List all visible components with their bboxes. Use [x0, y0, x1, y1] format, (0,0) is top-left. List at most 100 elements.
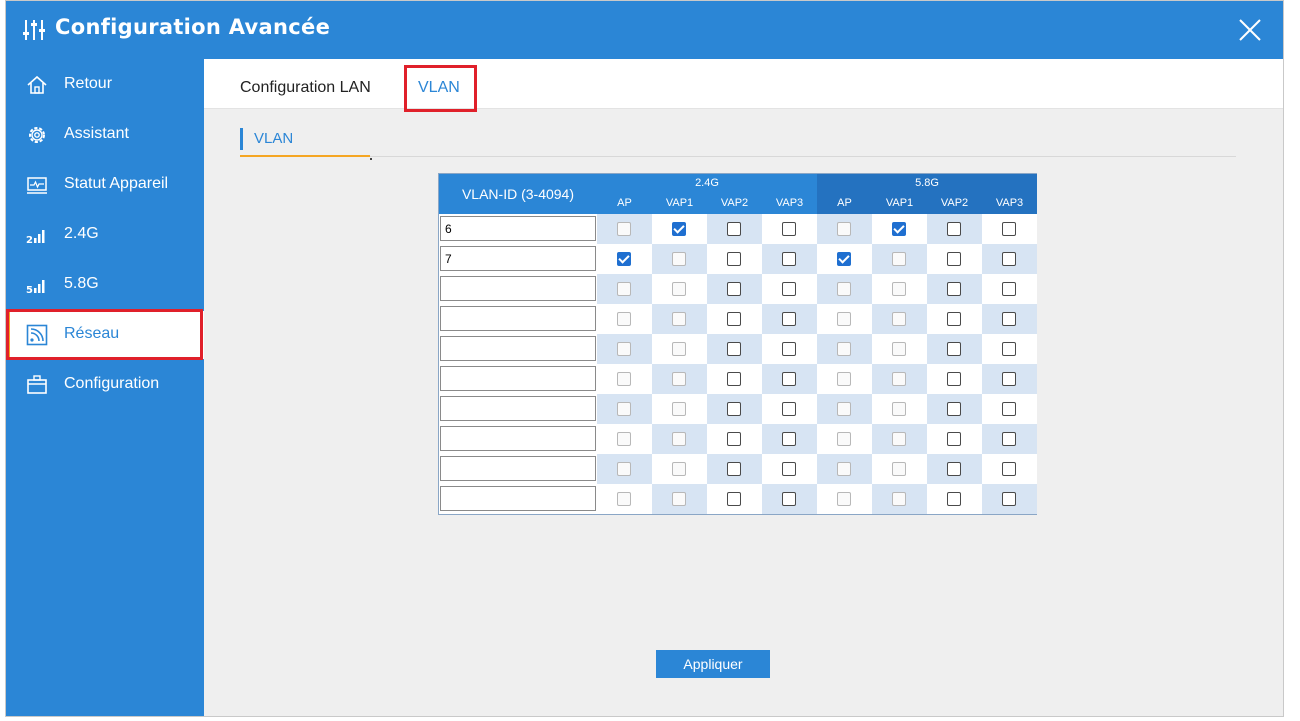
sidebar-item-5-8g[interactable]: 5 5.8G [6, 261, 204, 309]
vlan-checkbox-2-4g-vap1 [672, 312, 686, 326]
vlan-checkbox-5-8g-vap3[interactable] [1002, 282, 1016, 296]
vlan-id-input[interactable] [440, 276, 596, 301]
vlan-checkbox-2-4g-ap [617, 312, 631, 326]
vlan-checkbox-2-4g-vap2[interactable] [727, 282, 741, 296]
vlan-checkbox-2-4g-ap [617, 492, 631, 506]
sidebar-item-label: Configuration [64, 375, 160, 392]
sidebar-item-2-4g[interactable]: 2 2.4G [6, 211, 204, 259]
vlan-checkbox-5-8g-vap3[interactable] [1002, 252, 1016, 266]
vlan-row [439, 334, 1037, 364]
vlan-checkbox-2-4g-vap1[interactable] [672, 222, 686, 236]
vlan-checkbox-2-4g-vap3[interactable] [782, 222, 796, 236]
vlan-row [439, 244, 1037, 274]
vlan-checkbox-2-4g-vap1 [672, 402, 686, 416]
vlan-checkbox-5-8g-vap2[interactable] [947, 462, 961, 476]
vlan-checkbox-5-8g-vap2[interactable] [947, 372, 961, 386]
close-icon[interactable] [1237, 17, 1263, 43]
checkbox-cell [762, 334, 817, 364]
vlan-checkbox-5-8g-ap[interactable] [837, 252, 851, 266]
sidebar-item-assistant[interactable]: Assistant [6, 111, 204, 159]
vlan-id-input[interactable] [440, 246, 596, 271]
sidebar: Retour Assistant Statut Appareil 2 2.4G … [6, 59, 204, 716]
vlan-checkbox-2-4g-vap3[interactable] [782, 282, 796, 296]
checkbox-cell [982, 244, 1037, 274]
apply-button[interactable]: Appliquer [656, 650, 770, 678]
vlan-checkbox-5-8g-vap3[interactable] [1002, 402, 1016, 416]
vlan-checkbox-5-8g-vap2[interactable] [947, 402, 961, 416]
vlan-id-input[interactable] [440, 336, 596, 361]
vlan-id-input[interactable] [440, 306, 596, 331]
section-divider [240, 156, 1236, 157]
sidebar-item-retour[interactable]: Retour [6, 61, 204, 109]
vlan-id-cell [439, 244, 597, 274]
vlan-checkbox-5-8g-vap3[interactable] [1002, 462, 1016, 476]
checkbox-cell [872, 244, 927, 274]
vlan-checkbox-2-4g-vap2[interactable] [727, 402, 741, 416]
tab-vlan[interactable]: VLAN [418, 79, 460, 97]
checkbox-cell [817, 454, 872, 484]
checkbox-cell [927, 334, 982, 364]
vlan-checkbox-5-8g-vap2[interactable] [947, 312, 961, 326]
checkbox-cell [762, 214, 817, 244]
vlan-id-input[interactable] [440, 366, 596, 391]
checkbox-cell [707, 244, 762, 274]
vlan-checkbox-2-4g-vap3[interactable] [782, 342, 796, 356]
checkbox-cell [652, 244, 707, 274]
checkbox-cell [597, 274, 652, 304]
col-header-vap2: VAP2 [720, 197, 749, 209]
vlan-checkbox-5-8g-vap2[interactable] [947, 342, 961, 356]
signal-5-icon: 5 [26, 280, 45, 296]
vlan-checkbox-5-8g-vap2[interactable] [947, 252, 961, 266]
vlan-checkbox-2-4g-vap3[interactable] [782, 402, 796, 416]
vlan-id-input[interactable] [440, 456, 596, 481]
checkbox-cell [927, 454, 982, 484]
checkbox-cell [872, 454, 927, 484]
vlan-checkbox-2-4g-vap2[interactable] [727, 252, 741, 266]
vlan-checkbox-2-4g-vap2[interactable] [727, 312, 741, 326]
vlan-id-input[interactable] [440, 216, 596, 241]
vlan-checkbox-2-4g-vap3[interactable] [782, 252, 796, 266]
vlan-checkbox-5-8g-ap [837, 222, 851, 236]
vlan-id-input[interactable] [440, 396, 596, 421]
vlan-row [439, 394, 1037, 424]
vlan-checkbox-5-8g-vap2[interactable] [947, 222, 961, 236]
vlan-checkbox-2-4g-vap2[interactable] [727, 462, 741, 476]
vlan-checkbox-2-4g-vap2[interactable] [727, 342, 741, 356]
sidebar-item-label: Retour [64, 75, 113, 92]
vlan-checkbox-5-8g-vap3[interactable] [1002, 342, 1016, 356]
sliders-icon [23, 20, 45, 40]
vlan-checkbox-5-8g-vap1 [892, 432, 906, 446]
vlan-checkbox-5-8g-vap3[interactable] [1002, 492, 1016, 506]
vlan-checkbox-2-4g-vap3[interactable] [782, 462, 796, 476]
vlan-id-cell [439, 394, 597, 424]
vlan-checkbox-5-8g-vap3[interactable] [1002, 432, 1016, 446]
vlan-checkbox-2-4g-vap3[interactable] [782, 432, 796, 446]
vlan-checkbox-2-4g-vap2[interactable] [727, 432, 741, 446]
vlan-checkbox-2-4g-vap3[interactable] [782, 372, 796, 386]
vlan-checkbox-2-4g-vap3[interactable] [782, 492, 796, 506]
vlan-checkbox-5-8g-vap2[interactable] [947, 492, 961, 506]
sidebar-item-reseau[interactable]: Réseau [6, 311, 204, 359]
checkbox-cell [707, 424, 762, 454]
checkbox-cell [707, 304, 762, 334]
vlan-checkbox-5-8g-vap3[interactable] [1002, 222, 1016, 236]
vlan-checkbox-5-8g-vap3[interactable] [1002, 372, 1016, 386]
checkbox-cell [597, 304, 652, 334]
checkbox-cell [762, 274, 817, 304]
sidebar-item-statut-appareil[interactable]: Statut Appareil [6, 161, 204, 209]
vlan-checkbox-5-8g-vap2[interactable] [947, 282, 961, 296]
vlan-id-input[interactable] [440, 426, 596, 451]
svg-text:2: 2 [26, 235, 33, 246]
vlan-checkbox-5-8g-vap1[interactable] [892, 222, 906, 236]
vlan-checkbox-5-8g-vap2[interactable] [947, 432, 961, 446]
vlan-checkbox-2-4g-vap2[interactable] [727, 372, 741, 386]
vlan-checkbox-2-4g-ap[interactable] [617, 252, 631, 266]
vlan-checkbox-5-8g-vap3[interactable] [1002, 312, 1016, 326]
sidebar-item-configuration[interactable]: Configuration [6, 361, 204, 409]
vlan-checkbox-2-4g-vap3[interactable] [782, 312, 796, 326]
tab-configuration-lan[interactable]: Configuration LAN [240, 79, 371, 97]
vlan-id-input[interactable] [440, 486, 596, 511]
checkbox-cell [817, 424, 872, 454]
vlan-checkbox-2-4g-vap2[interactable] [727, 222, 741, 236]
vlan-checkbox-2-4g-vap2[interactable] [727, 492, 741, 506]
